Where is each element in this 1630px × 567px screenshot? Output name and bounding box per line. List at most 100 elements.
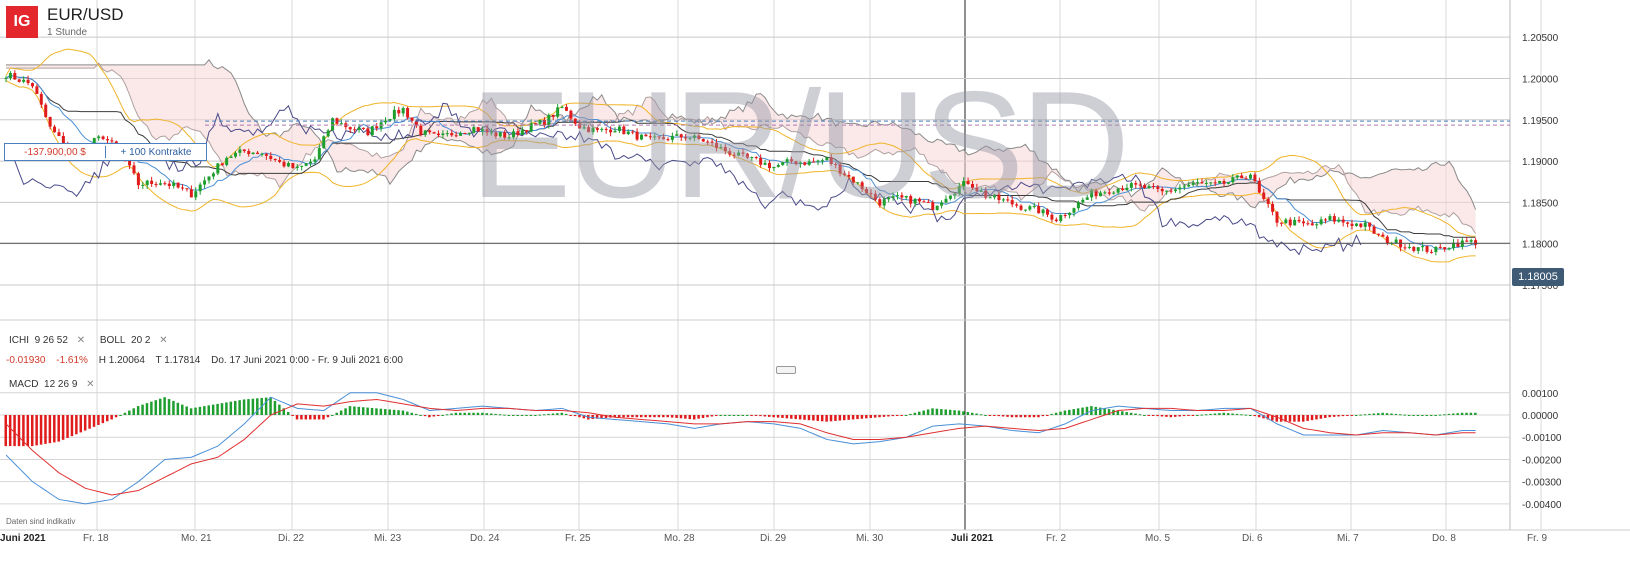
candle-up <box>339 123 343 125</box>
macd-histogram-down <box>710 415 714 417</box>
macd-histogram-down <box>895 415 899 416</box>
macd-histogram-up <box>331 415 334 416</box>
candle-up <box>194 191 198 198</box>
macd-histogram-down <box>816 415 820 421</box>
candle-down <box>132 165 136 174</box>
macd-histogram-down <box>679 415 683 419</box>
macd-histogram-up <box>203 406 206 415</box>
macd-params[interactable]: 12 26 9 <box>44 379 77 390</box>
candle-up <box>459 132 463 136</box>
macd-histogram-down <box>878 415 881 418</box>
instrument-title[interactable]: EUR/USD <box>47 5 124 25</box>
macd-histogram-down <box>1006 415 1009 417</box>
candle-down <box>1465 240 1469 242</box>
candle-down <box>181 187 185 189</box>
macd-histogram-down <box>617 415 621 418</box>
candle-up <box>4 78 8 80</box>
candle-down <box>1324 219 1328 221</box>
macd-histogram-up <box>962 411 965 415</box>
macd-histogram-down <box>92 415 96 427</box>
macd-histogram-up <box>1452 413 1455 415</box>
macd-histogram-up <box>366 407 369 415</box>
macd-histogram-down <box>790 415 793 419</box>
ichi-label[interactable]: ICHI <box>9 335 29 346</box>
macd-histogram-up <box>1231 413 1234 415</box>
macd-histogram-up <box>1218 413 1221 415</box>
time-tick-label: Fr. 2 <box>1046 533 1066 544</box>
candle-down <box>1306 223 1310 225</box>
candle-down <box>256 152 260 155</box>
macd-histogram-down <box>1341 415 1345 417</box>
macd-label[interactable]: MACD <box>9 379 38 390</box>
candle-down <box>1244 178 1248 180</box>
macd-histogram-down <box>57 415 60 442</box>
macd-histogram-down <box>13 415 16 447</box>
macd-histogram-down <box>48 415 52 444</box>
position-box[interactable]: -137.900,00 $ + 100 Kontrakte <box>4 143 207 161</box>
macd-histogram-up <box>172 400 175 415</box>
macd-histogram-down <box>825 415 828 422</box>
candle-up <box>1196 182 1200 184</box>
candle-up <box>203 180 207 185</box>
ichi-close-icon[interactable]: ✕ <box>77 335 85 346</box>
candle-up <box>1209 182 1213 184</box>
macd-histogram-down <box>313 415 316 420</box>
macd-histogram-down <box>1315 415 1318 420</box>
macd-histogram-down <box>882 415 886 417</box>
macd-histogram-down <box>1257 415 1261 418</box>
boll-label[interactable]: BOLL <box>100 335 126 346</box>
macd-histogram-down <box>322 415 325 420</box>
candle-down <box>101 136 105 140</box>
candle-up <box>225 157 229 165</box>
macd-histogram-down <box>750 415 753 416</box>
macd-histogram-up <box>158 398 162 415</box>
macd-histogram-down <box>1151 415 1155 416</box>
macd-close-icon[interactable]: ✕ <box>86 379 94 390</box>
boll-params[interactable]: 20 2 <box>131 335 150 346</box>
macd-histogram-down <box>1010 415 1014 418</box>
macd-histogram-up <box>225 402 228 415</box>
interval-label[interactable]: 1 Stunde <box>47 27 87 38</box>
time-tick-label: Fr. 25 <box>565 533 591 544</box>
candle-up <box>1337 219 1341 222</box>
candle-up <box>1319 219 1323 225</box>
candle-up <box>1293 219 1297 226</box>
macd-histogram-down <box>772 415 775 418</box>
candle-down <box>1134 183 1138 185</box>
candle-up <box>317 148 321 160</box>
macd-histogram-down <box>1169 415 1173 418</box>
macd-histogram-up <box>1244 414 1248 416</box>
ichi-params[interactable]: 9 26 52 <box>35 335 68 346</box>
boll-close-icon[interactable]: ✕ <box>159 335 167 346</box>
macd-histogram-up <box>913 412 917 415</box>
macd-histogram-up <box>737 415 740 416</box>
macd-histogram-down <box>887 415 890 417</box>
time-tick-label: Di. 6 <box>1242 533 1263 544</box>
macd-histogram-down <box>843 415 846 421</box>
macd-histogram-down <box>648 415 652 418</box>
macd-histogram-down <box>798 415 802 420</box>
macd-histogram-down <box>1028 415 1031 418</box>
candle-down <box>273 159 277 161</box>
candle-down <box>432 132 436 134</box>
candle-up <box>207 176 211 181</box>
macd-histogram-down <box>662 415 665 418</box>
macd-histogram-down <box>326 415 330 418</box>
macd-histogram-up <box>233 400 237 415</box>
candle-down <box>375 126 379 129</box>
macd-histogram-down <box>1165 415 1168 417</box>
macd-tick-label: -0.00400 <box>1522 500 1562 511</box>
macd-histogram-down <box>66 415 69 438</box>
macd-histogram-down <box>644 415 647 418</box>
range-stats: -0.01930 -1.61% H 1.20064 T 1.17814 Do. … <box>6 355 411 366</box>
macd-histogram-down <box>692 415 696 420</box>
candle-down <box>189 189 193 198</box>
pane-resize-handle[interactable] <box>776 366 796 374</box>
macd-histogram-down <box>873 415 877 418</box>
macd-histogram-up <box>189 408 193 415</box>
candle-down <box>1169 190 1173 192</box>
candle-down <box>176 182 180 188</box>
macd-histogram-up <box>154 400 158 415</box>
macd-histogram-up <box>1425 415 1429 416</box>
candle-up <box>229 156 233 158</box>
